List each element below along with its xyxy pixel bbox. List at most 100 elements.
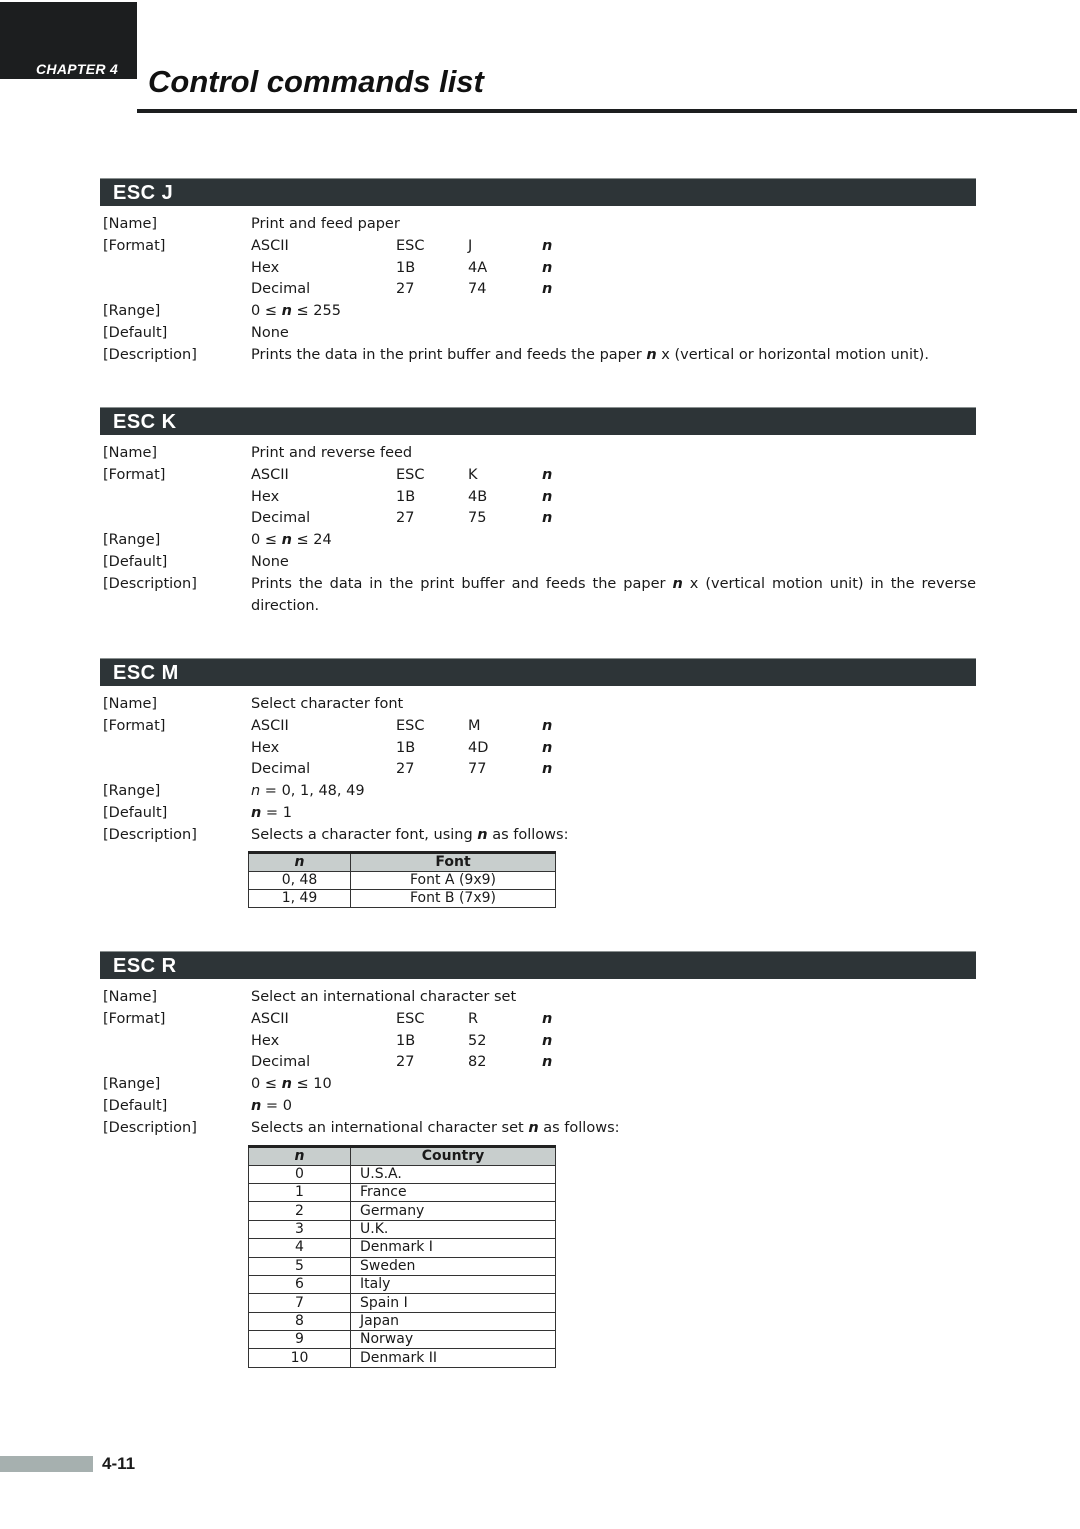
country-n-cell: 8 bbox=[248, 1311, 351, 1332]
country-n-cell: 5 bbox=[248, 1256, 351, 1276]
range-label: [Range] bbox=[103, 783, 161, 800]
format-type: Hex bbox=[251, 259, 280, 276]
command-name: Select an international character set bbox=[251, 989, 517, 1005]
table-header: n bbox=[248, 850, 351, 872]
format-byte: ESC bbox=[396, 1010, 425, 1027]
table-row: 6 Italy bbox=[248, 1274, 556, 1295]
format-type: Decimal bbox=[251, 510, 311, 527]
format-type: ASCII bbox=[251, 717, 289, 734]
country-name-cell: Denmark II bbox=[350, 1348, 556, 1368]
name-label: [Name] bbox=[103, 216, 158, 232]
table-row: 2 Germany bbox=[248, 1201, 556, 1221]
range-value: 0 ≤ n ≤ 24 bbox=[251, 532, 332, 549]
format-byte: 4B bbox=[468, 488, 488, 505]
table-row: 1 France bbox=[248, 1182, 556, 1203]
country-name-cell: U.K. bbox=[350, 1219, 556, 1240]
section-header: ESC R bbox=[100, 951, 976, 979]
country-n-cell: 9 bbox=[248, 1330, 351, 1350]
country-name-cell: Sweden bbox=[350, 1256, 556, 1276]
range-label: [Range] bbox=[103, 303, 161, 320]
country-n-cell: 4 bbox=[248, 1238, 351, 1258]
format-type: Hex bbox=[251, 739, 280, 756]
format-byte: ESC bbox=[396, 466, 425, 483]
description-text: Selects a character font, using n as fol… bbox=[251, 826, 569, 843]
format-param: n bbox=[542, 488, 553, 505]
format-type: Decimal bbox=[251, 1054, 311, 1071]
description-label: [Description] bbox=[103, 1119, 197, 1136]
country-n-cell: 6 bbox=[248, 1274, 351, 1295]
format-byte: 4D bbox=[468, 739, 489, 756]
format-byte: 82 bbox=[468, 1054, 487, 1071]
default-label: [Default] bbox=[103, 553, 168, 570]
description-label: [Description] bbox=[103, 346, 197, 363]
description-label: [Description] bbox=[103, 575, 197, 592]
format-byte: 1B bbox=[396, 488, 416, 505]
country-name-cell: Italy bbox=[350, 1274, 556, 1295]
default-value: None bbox=[251, 553, 289, 570]
format-param: n bbox=[542, 1032, 553, 1049]
format-param: n bbox=[542, 1010, 553, 1027]
default-value: n = 0 bbox=[251, 1097, 292, 1114]
format-label: [Format] bbox=[103, 1010, 166, 1027]
country-n-cell: 10 bbox=[248, 1348, 351, 1368]
format-byte: 74 bbox=[468, 281, 487, 298]
page-title: Control commands list bbox=[148, 64, 484, 99]
footer-bar bbox=[0, 1456, 93, 1472]
country-n-cell: 2 bbox=[248, 1201, 351, 1221]
format-type: Hex bbox=[251, 488, 280, 505]
table-row: 3 U.K. bbox=[248, 1219, 556, 1240]
name-label: [Name] bbox=[103, 989, 158, 1005]
table-header: Country bbox=[350, 1144, 556, 1166]
chapter-block: CHAPTER 4 bbox=[0, 2, 137, 79]
font-table: n Font 0, 48 Font A (9x9) 1, 49 Font B (7x9… bbox=[248, 850, 556, 909]
format-byte: ESC bbox=[396, 717, 425, 734]
country-name-cell: Germany bbox=[350, 1201, 556, 1221]
command-name: Print and reverse feed bbox=[251, 445, 413, 461]
name-label: [Name] bbox=[103, 696, 158, 712]
range-value: n = 0, 1, 48, 49 bbox=[251, 783, 365, 800]
range-label: [Range] bbox=[103, 532, 161, 549]
description-text: Prints the data in the print buffer and … bbox=[251, 346, 929, 363]
table-row: 9 Norway bbox=[248, 1330, 556, 1350]
country-name-cell: France bbox=[350, 1182, 556, 1203]
range-label: [Range] bbox=[103, 1076, 161, 1093]
section-header: ESC M bbox=[100, 658, 976, 686]
description-text: Prints the data in the print buffer and … bbox=[251, 575, 977, 614]
range-value: 0 ≤ n ≤ 10 bbox=[251, 1076, 332, 1093]
format-byte: K bbox=[468, 466, 478, 483]
table-row: 0, 48 Font A (9x9) bbox=[248, 870, 556, 890]
format-byte: 27 bbox=[396, 1054, 415, 1071]
format-type: Decimal bbox=[251, 281, 311, 298]
format-param: n bbox=[542, 739, 553, 756]
country-name-cell: Spain I bbox=[350, 1293, 556, 1313]
format-param: n bbox=[542, 237, 553, 254]
format-param: n bbox=[542, 259, 553, 276]
country-name-cell: Norway bbox=[350, 1330, 556, 1350]
format-param: n bbox=[542, 761, 553, 778]
title-rule bbox=[137, 109, 1077, 113]
format-byte: 1B bbox=[396, 1032, 416, 1049]
table-header: Font bbox=[350, 850, 556, 872]
country-table: n Country 0 U.S.A. 1 France 2 Germany 3 U.K. 4 Den… bbox=[248, 1144, 556, 1368]
format-label: [Format] bbox=[103, 466, 166, 483]
country-name-cell: Denmark I bbox=[350, 1238, 556, 1258]
name-label: [Name] bbox=[103, 445, 158, 461]
format-byte: 52 bbox=[468, 1032, 487, 1049]
table-row: 8 Japan bbox=[248, 1311, 556, 1332]
format-byte: ESC bbox=[396, 237, 425, 254]
format-type: Decimal bbox=[251, 761, 311, 778]
format-byte: 75 bbox=[468, 510, 487, 527]
default-label: [Default] bbox=[103, 324, 168, 341]
format-type: ASCII bbox=[251, 1010, 289, 1027]
format-byte: 1B bbox=[396, 739, 416, 756]
section-esc-r: ESC R [Name] Select an international char… bbox=[100, 951, 976, 1368]
command-name: Select character font bbox=[251, 696, 404, 712]
format-byte: 27 bbox=[396, 761, 415, 778]
description-text: Selects an international character set n… bbox=[251, 1119, 620, 1136]
format-type: ASCII bbox=[251, 237, 289, 254]
format-label: [Format] bbox=[103, 237, 166, 254]
description-label: [Description] bbox=[103, 826, 197, 843]
country-n-cell: 3 bbox=[248, 1219, 351, 1240]
default-value: n = 1 bbox=[251, 804, 292, 821]
default-label: [Default] bbox=[103, 804, 168, 821]
